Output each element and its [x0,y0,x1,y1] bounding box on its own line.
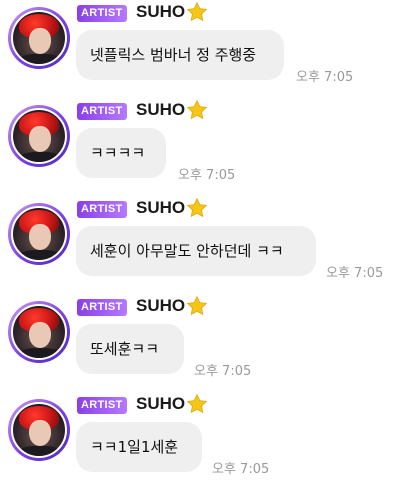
star-icon [186,295,208,316]
sender-name[interactable]: SUHO [136,2,185,22]
artist-badge: ARTIST [77,5,127,22]
chat-message: ARTIST SUHO 또세훈ㅋㅋ 오후 7:05 [0,294,400,390]
star-icon [186,393,208,414]
star-icon [186,99,208,120]
message-bubble[interactable]: 넷플릭스 범바너 정 주행중 [76,30,284,80]
message-bubble[interactable]: ㅋㅋ1일1세훈 [76,422,202,472]
avatar[interactable] [8,7,70,69]
message-timestamp: 오후 7:05 [194,364,252,379]
avatar[interactable] [8,399,70,461]
message-timestamp: 오후 7:05 [296,70,354,85]
message-timestamp: 오후 7:05 [212,462,270,477]
avatar-photo [11,206,67,262]
avatar[interactable] [8,105,70,167]
chat-message: ARTIST SUHO 세훈이 아무말도 안하던데 ㅋㅋ 오후 7:05 [0,196,400,292]
avatar-photo [11,108,67,164]
artist-badge: ARTIST [77,201,127,218]
avatar-photo [11,304,67,360]
sender-name[interactable]: SUHO [136,100,185,120]
artist-badge: ARTIST [77,397,127,414]
avatar[interactable] [8,301,70,363]
artist-badge: ARTIST [77,103,127,120]
sender-name[interactable]: SUHO [136,296,185,316]
avatar[interactable] [8,203,70,265]
chat-feed: ARTIST SUHO 넷플릭스 범바너 정 주행중 오후 7:05 ARTIS… [0,0,400,480]
avatar-photo [11,10,67,66]
artist-badge: ARTIST [77,299,127,316]
chat-message: ARTIST SUHO ㅋㅋ1일1세훈 오후 7:05 [0,392,400,480]
chat-message: ARTIST SUHO ㅋㅋㅋㅋ 오후 7:05 [0,98,400,194]
message-bubble[interactable]: 또세훈ㅋㅋ [76,324,184,374]
chat-message: ARTIST SUHO 넷플릭스 범바너 정 주행중 오후 7:05 [0,0,400,96]
message-bubble[interactable]: 세훈이 아무말도 안하던데 ㅋㅋ [76,226,316,276]
message-timestamp: 오후 7:05 [326,266,384,281]
message-bubble[interactable]: ㅋㅋㅋㅋ [76,128,166,178]
message-timestamp: 오후 7:05 [178,168,236,183]
sender-name[interactable]: SUHO [136,198,185,218]
star-icon [186,1,208,22]
avatar-photo [11,402,67,458]
star-icon [186,197,208,218]
sender-name[interactable]: SUHO [136,394,185,414]
